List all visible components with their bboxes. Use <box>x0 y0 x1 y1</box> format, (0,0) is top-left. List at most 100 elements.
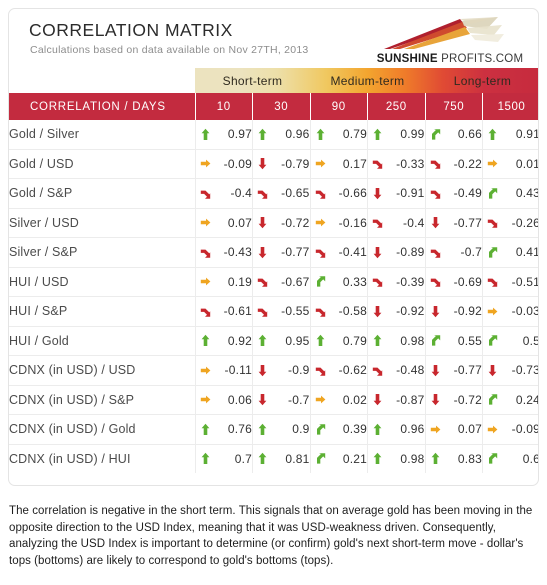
row-label: CDNX (in USD) / USD <box>9 355 196 386</box>
logo-brand-rest: PROFITS.COM <box>437 53 524 65</box>
column-header-250[interactable]: 250 <box>367 93 426 120</box>
diagonal-up-arrow-green-icon <box>486 392 499 407</box>
correlation-value: 0.06 <box>227 392 252 407</box>
table-row: Gold / S&P -0.4 -0.65 -0.66 -0.91 -0.49 0.43 <box>9 178 538 209</box>
diagonal-down-arrow-red-icon <box>429 186 442 201</box>
correlation-cell: 0.02 <box>310 385 368 415</box>
column-header-10[interactable]: 10 <box>195 93 253 120</box>
correlation-value: 0.66 <box>457 127 482 142</box>
correlation-cell: -0.09 <box>482 414 538 445</box>
diagonal-down-arrow-red-icon <box>486 215 499 230</box>
card-header: CORRELATION MATRIX Calculations based on… <box>9 9 538 68</box>
sunshine-profits-logo[interactable]: SUNSHINE PROFITS.COM <box>374 15 526 65</box>
term-band-row: Short-term Medium-term Long-term <box>9 68 538 93</box>
diagonal-up-arrow-green-icon <box>429 127 442 142</box>
down-arrow-red-icon <box>486 363 499 378</box>
correlation-value: 0.97 <box>227 127 252 142</box>
up-arrow-green-icon <box>199 451 212 466</box>
correlation-value: 0.95 <box>285 333 310 348</box>
right-arrow-orange-icon <box>314 392 327 407</box>
correlation-cell: 0.98 <box>367 326 426 356</box>
diagonal-down-arrow-red-icon <box>486 274 499 289</box>
correlation-value: 0.07 <box>457 422 482 437</box>
correlation-cell: -0.41 <box>310 237 368 268</box>
row-label: Silver / USD <box>9 208 196 238</box>
correlation-value: -0.65 <box>281 186 310 201</box>
correlation-cell: -0.16 <box>310 208 368 238</box>
band-label-0: Short-term <box>222 73 283 88</box>
down-arrow-red-icon <box>371 186 384 201</box>
correlation-value: 0.21 <box>342 451 367 466</box>
diagonal-down-arrow-red-icon <box>256 304 269 319</box>
column-header-1500[interactable]: 1500 <box>482 93 538 120</box>
correlation-value: 0.79 <box>342 333 367 348</box>
correlation-cell: -0.79 <box>252 149 311 179</box>
correlation-value: 0.5 <box>522 333 539 348</box>
correlation-value: 0.41 <box>515 245 539 260</box>
diagonal-down-arrow-red-icon <box>429 245 442 260</box>
correlation-value: -0.77 <box>453 363 482 378</box>
diagonal-up-arrow-green-icon <box>486 245 499 260</box>
correlation-value: -0.22 <box>453 156 482 171</box>
correlation-value: -0.69 <box>453 274 482 289</box>
correlation-value: -0.73 <box>511 363 539 378</box>
correlation-value: -0.87 <box>396 392 425 407</box>
up-arrow-green-icon <box>256 127 269 142</box>
correlation-cell: 0.96 <box>367 414 426 445</box>
correlation-cell: 0.96 <box>252 120 311 150</box>
table-body: Short-term Medium-term Long-term CORRELATIO… <box>9 68 539 473</box>
correlation-cell: 0.5 <box>482 326 539 356</box>
correlation-value: 0.98 <box>400 333 425 348</box>
correlation-cell: -0.51 <box>482 267 538 297</box>
right-arrow-orange-icon <box>314 156 327 171</box>
correlation-cell: -0.9 <box>252 355 311 386</box>
correlation-value: -0.4 <box>403 215 425 230</box>
down-arrow-red-icon <box>429 215 442 230</box>
column-header-750[interactable]: 750 <box>425 93 483 120</box>
diagonal-up-arrow-green-icon <box>486 333 499 348</box>
correlation-value: -0.33 <box>396 156 425 171</box>
table-row: HUI / Gold 0.92 0.95 0.79 0.98 0.55 0.5 <box>9 326 539 356</box>
correlation-value: 0.6 <box>522 451 539 466</box>
page-title: CORRELATION MATRIX <box>29 20 233 40</box>
correlation-value: -0.7 <box>460 245 482 260</box>
correlation-value: -0.92 <box>453 304 482 319</box>
diagonal-down-arrow-red-icon <box>256 274 269 289</box>
correlation-value: -0.61 <box>223 304 252 319</box>
diagonal-down-arrow-red-icon <box>199 186 212 201</box>
correlation-cell: -0.03 <box>482 296 538 327</box>
correlation-cell: -0.11 <box>195 355 253 386</box>
down-arrow-red-icon <box>256 156 269 171</box>
right-arrow-orange-icon <box>199 156 212 171</box>
footer-commentary: The correlation is negative in the short… <box>9 503 541 569</box>
correlation-cell: -0.65 <box>252 178 311 209</box>
right-arrow-orange-icon <box>486 156 499 171</box>
down-arrow-red-icon <box>371 245 384 260</box>
correlation-cell: 0.92 <box>195 326 253 356</box>
down-arrow-red-icon <box>256 363 269 378</box>
diagonal-up-arrow-green-icon <box>486 451 499 466</box>
logo-brand-bold: SUNSHINE <box>376 53 438 65</box>
down-arrow-red-icon <box>371 392 384 407</box>
correlation-value: -0.72 <box>281 215 310 230</box>
correlation-cell: 0.97 <box>195 120 253 150</box>
diagonal-up-arrow-green-icon <box>486 186 499 201</box>
correlation-value: -0.92 <box>396 304 425 319</box>
up-arrow-green-icon <box>199 333 212 348</box>
correlation-value: 0.17 <box>342 156 367 171</box>
correlation-value: -0.16 <box>338 215 367 230</box>
correlation-cell: 0.95 <box>252 326 311 356</box>
right-arrow-orange-icon <box>486 422 499 437</box>
correlation-cell: 0.24 <box>482 385 539 415</box>
row-label: Gold / USD <box>9 149 196 179</box>
correlation-value: -0.66 <box>338 186 367 201</box>
correlation-cell: -0.4 <box>195 178 253 209</box>
correlation-cell: 0.66 <box>425 120 483 150</box>
column-header-30[interactable]: 30 <box>252 93 311 120</box>
correlation-cell: -0.69 <box>425 267 483 297</box>
column-header-90[interactable]: 90 <box>310 93 368 120</box>
correlation-cell: 0.07 <box>195 208 253 238</box>
correlation-value: 0.24 <box>515 392 539 407</box>
correlation-value: -0.67 <box>281 274 310 289</box>
page-subtitle: Calculations based on data available on … <box>30 44 309 56</box>
